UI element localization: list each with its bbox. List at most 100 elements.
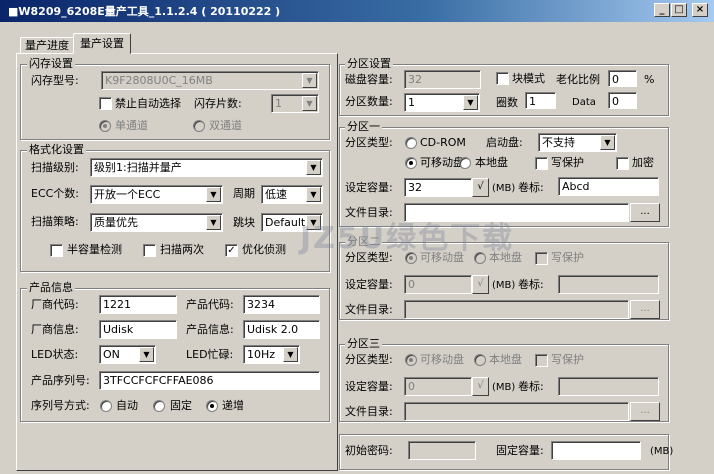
p1-capacity-field[interactable]: 32 [404, 178, 472, 197]
p1-boot-select[interactable]: 不支持 ▼ [538, 133, 617, 152]
flash-chips-select[interactable]: 1 ▼ [271, 94, 319, 113]
fixed-capacity-mb-label: (MB) [650, 446, 674, 457]
vendor-info-field[interactable]: Udisk [99, 320, 177, 339]
partition-group-title: 分区设置 [345, 57, 393, 70]
p3-browse-button[interactable]: ... [630, 402, 660, 421]
p1-write-protect-checkbox[interactable] [535, 157, 548, 170]
p1-encrypt-checkbox[interactable] [616, 157, 629, 170]
flash-chips-label: 闪存片数: [194, 97, 242, 110]
p3-dir-field[interactable] [404, 402, 629, 421]
led-state-select[interactable]: ON ▼ [99, 345, 156, 364]
p3-volume-field[interactable] [558, 377, 659, 396]
p2-volume-field[interactable] [558, 275, 659, 294]
partition-count-select[interactable]: 1 ▼ [404, 93, 480, 112]
p3-local-label: 本地盘 [489, 353, 522, 366]
laps-label: 圈数 [496, 96, 518, 109]
ecc-select[interactable]: 开放一个ECC ▼ [90, 185, 223, 204]
period-select[interactable]: 低速 ▼ [261, 185, 323, 204]
half-capacity-label: 半容量检测 [67, 243, 122, 256]
flash-type-label: 闪存型号: [31, 74, 79, 87]
ecc-label: ECC个数: [31, 187, 80, 200]
chevron-down-icon: ▼ [463, 95, 478, 110]
p3-confirm-button[interactable]: √ [472, 377, 489, 396]
p2-browse-button[interactable]: ... [630, 300, 660, 319]
tab-progress[interactable]: 量产进度 [20, 37, 74, 54]
p1-removable-label: 可移动盘 [420, 156, 464, 169]
p2-capacity-field[interactable]: 0 [404, 275, 472, 294]
partition-three-title: 分区三 [345, 337, 382, 350]
p1-removable-radio[interactable] [405, 157, 417, 169]
p1-mb-label: (MB) [492, 183, 516, 194]
p3-write-protect-checkbox[interactable] [535, 354, 548, 367]
format-group-title: 格式化设置 [27, 143, 86, 156]
p3-removable-radio[interactable] [405, 354, 417, 366]
p1-local-label: 本地盘 [475, 156, 508, 169]
flash-group-title: 闪存设置 [27, 57, 75, 70]
close-button[interactable]: × [692, 3, 708, 17]
p2-dir-label: 文件目录: [345, 303, 393, 316]
aging-ratio-field[interactable]: 0 [608, 70, 637, 87]
fixed-capacity-field[interactable] [551, 441, 641, 460]
scan-twice-checkbox[interactable] [143, 244, 156, 257]
disk-capacity-field[interactable]: 32 [404, 70, 481, 89]
p1-local-radio[interactable] [459, 157, 471, 169]
product-info-label: 产品信息: [186, 323, 234, 336]
flash-type-select[interactable]: K9F2808U0C_16MB ▼ [101, 71, 319, 90]
laps-field[interactable]: 1 [525, 92, 556, 109]
serial-field[interactable]: 3TFCCFCFCFFAE086 [99, 371, 320, 390]
p1-cdrom-radio[interactable] [405, 137, 417, 149]
vid-field[interactable]: 1221 [99, 295, 177, 314]
strategy-label: 扫描策略: [31, 215, 79, 228]
p2-volume-label: 卷标: [518, 278, 544, 291]
p1-encrypt-label: 加密 [632, 156, 654, 169]
serial-fixed-label: 固定 [170, 399, 192, 412]
serial-mode-label: 序列号方式: [31, 399, 90, 412]
disable-auto-label: 禁止自动选择 [115, 97, 181, 110]
block-mode-checkbox[interactable] [496, 72, 509, 85]
dual-channel-label: 双通道 [209, 119, 242, 132]
serial-fixed-radio[interactable] [153, 400, 165, 412]
half-capacity-checkbox[interactable] [50, 244, 63, 257]
percent-label: % [644, 73, 655, 86]
p2-confirm-button[interactable]: √ [472, 275, 489, 294]
vendor-info-label: 厂商信息: [31, 323, 79, 336]
p1-browse-button[interactable]: ... [630, 203, 660, 222]
initial-password-field[interactable] [408, 441, 476, 460]
p3-local-radio[interactable] [474, 354, 486, 366]
dual-channel-radio[interactable] [193, 120, 205, 132]
data-field[interactable]: 0 [608, 92, 637, 109]
product-group-title: 产品信息 [27, 281, 75, 294]
optimize-detect-checkbox[interactable]: ✓ [225, 244, 238, 257]
serial-increment-label: 递增 [222, 399, 244, 412]
p1-confirm-button[interactable]: √ [472, 178, 489, 197]
pid-field[interactable]: 3234 [243, 295, 320, 314]
initial-password-label: 初始密码: [345, 444, 393, 457]
p1-boot-label: 启动盘: [486, 136, 523, 149]
maximize-button[interactable]: □ [671, 3, 687, 17]
partition-one-title: 分区一 [345, 120, 382, 133]
product-info-field[interactable]: Udisk 2.0 [243, 320, 320, 339]
p3-dir-label: 文件目录: [345, 405, 393, 418]
chevron-down-icon: ▼ [600, 135, 615, 150]
p3-type-label: 分区类型: [345, 353, 393, 366]
scan-level-select[interactable]: 级别1:扫描并量产 ▼ [90, 158, 323, 177]
title-bar: ■W8209_6208E量产工具_1.1.2.4 ( 20110222 ) _ … [0, 0, 714, 22]
single-channel-radio[interactable] [99, 120, 111, 132]
led-state-label: LED状态: [31, 348, 79, 361]
p2-dir-field[interactable] [404, 300, 629, 319]
p3-write-protect-label: 写保护 [551, 353, 584, 366]
serial-increment-radio[interactable] [206, 400, 218, 412]
disable-auto-checkbox[interactable] [99, 97, 112, 110]
tab-settings[interactable]: 量产设置 [73, 33, 131, 54]
pid-label: 产品代码: [186, 298, 234, 311]
serial-auto-radio[interactable] [100, 400, 112, 412]
p1-volume-field[interactable]: Abcd [558, 177, 659, 196]
p3-capacity-field[interactable]: 0 [404, 377, 472, 396]
minimize-button[interactable]: _ [654, 3, 670, 17]
p1-capacity-label: 设定容量: [345, 181, 393, 194]
data-label: Data [572, 97, 596, 108]
strategy-select[interactable]: 质量优先 ▼ [90, 213, 223, 232]
led-busy-select[interactable]: 10Hz ▼ [243, 345, 300, 364]
p1-write-protect-label: 写保护 [551, 156, 584, 169]
p2-write-protect-checkbox[interactable] [535, 252, 548, 265]
